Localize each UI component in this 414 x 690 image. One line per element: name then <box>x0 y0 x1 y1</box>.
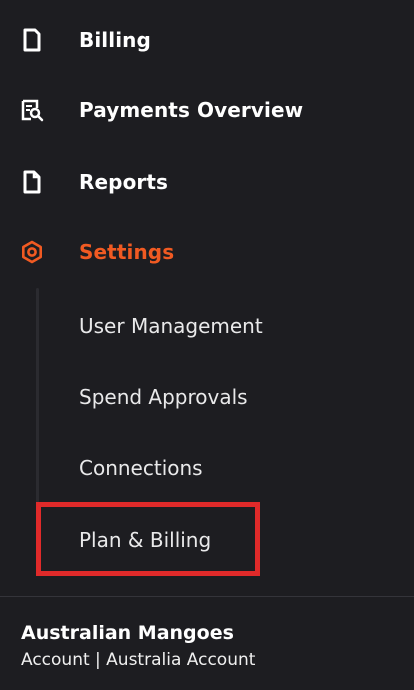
nav-item-billing[interactable]: Billing <box>0 12 414 68</box>
submenu-label-connections: Connections <box>79 456 203 480</box>
nav-label-payments-overview: Payments Overview <box>79 98 304 122</box>
nav-item-reports[interactable]: Reports <box>0 154 414 210</box>
submenu-item-spend-approvals[interactable]: Spend Approvals <box>0 371 414 423</box>
submenu-item-user-management[interactable]: User Management <box>0 300 414 352</box>
file-icon <box>20 170 44 194</box>
nav-label-billing: Billing <box>79 28 151 52</box>
nav-item-payments-overview[interactable]: Payments Overview <box>0 82 414 138</box>
nav-label-reports: Reports <box>79 170 169 194</box>
document-icon <box>20 28 44 52</box>
account-subtitle: Account | Australia Account <box>21 650 256 670</box>
sidebar: Billing Payments Overview Reports Settin… <box>0 0 414 690</box>
account-name: Australian Mangoes <box>21 622 234 644</box>
account-switcher[interactable]: Australian Mangoes Account | Australia A… <box>21 622 255 670</box>
submenu-label-user-management: User Management <box>79 314 263 338</box>
submenu-label-spend-approvals: Spend Approvals <box>79 385 248 409</box>
nav-label-settings: Settings <box>79 240 175 264</box>
submenu-label-plan-billing: Plan & Billing <box>79 528 212 552</box>
submenu-item-plan-billing[interactable]: Plan & Billing <box>0 514 414 566</box>
gear-icon <box>20 240 44 264</box>
submenu-item-connections[interactable]: Connections <box>0 442 414 494</box>
nav-item-settings[interactable]: Settings <box>0 224 414 280</box>
search-document-icon <box>20 98 44 122</box>
account-divider <box>0 596 414 597</box>
